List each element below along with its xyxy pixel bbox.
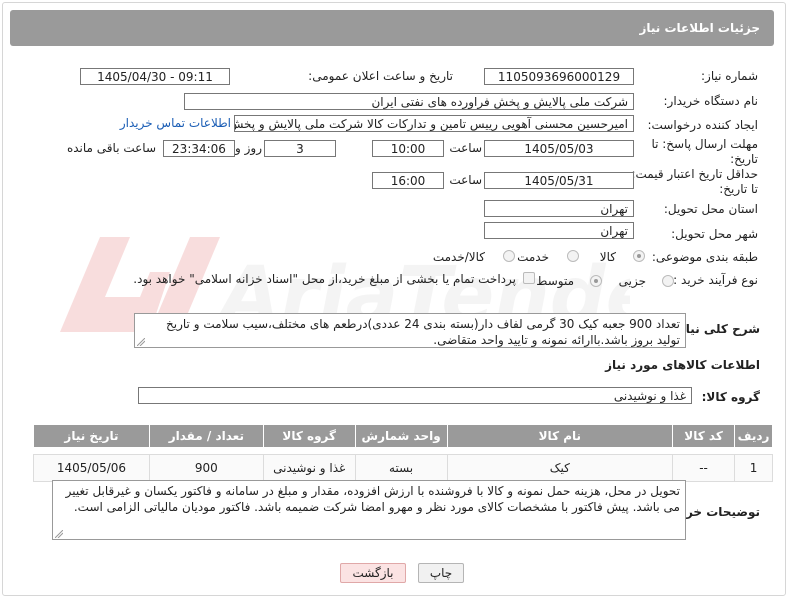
buyer-notes-textarea[interactable]: تحویل در محل، هزینه حمل نمونه و کالا با … [52,480,686,540]
cell-item-name: کیک [446,454,674,482]
buyer-notes-text: تحویل در محل، هزینه حمل نمونه و کالا با … [65,484,680,514]
back-button[interactable]: بازگشت [340,563,406,583]
goods-table: ردیف کد کالا نام کالا واحد شمارش گروه کا… [33,424,773,482]
process-radio-medium[interactable] [590,275,602,287]
deadline-date-field: 1405/05/03 [484,140,634,157]
goods-section-title: اطلاعات کالاهای مورد نیاز [605,358,760,372]
col-header-need-date: تاریخ نیاز [33,424,150,448]
table-header-row: ردیف کد کالا نام کالا واحد شمارش گروه کا… [33,424,773,448]
table-row: 1 -- کیک بسته غذا و نوشیدنی 900 1405/05/… [33,454,773,482]
city-field: تهران [484,222,634,239]
description-label: شرح کلی نیاز: [674,322,760,336]
buyer-org-label: نام دستگاه خریدار: [663,94,759,108]
print-button[interactable]: چاپ [418,563,464,583]
description-text: تعداد 900 جعبه کیک 30 گرمی لفاف دار(بسته… [166,317,680,347]
category-option-goods: کالا [599,250,616,264]
cell-group: غذا و نوشیدنی [262,454,356,482]
description-textarea[interactable]: تعداد 900 جعبه کیک 30 گرمی لفاف دار(بسته… [134,313,686,348]
buyer-contact-link[interactable]: اطلاعات تماس خریدار [120,116,231,130]
category-radio-goods-service[interactable] [503,250,515,262]
province-field: تهران [484,200,634,217]
announce-field: 1405/04/30 - 09:11 [80,68,230,85]
deadline-days-field: 3 [264,140,336,157]
province-label: استان محل تحویل: [663,202,758,216]
process-option-minor: جزیی [618,274,646,288]
deadline-time-field: 10:00 [372,140,444,157]
process-radio-minor[interactable] [662,275,674,287]
col-header-unit: واحد شمارش [354,424,448,448]
treasury-checkbox[interactable] [523,272,535,284]
col-header-item-name: نام کالا [446,424,674,448]
cell-row-number: 1 [734,454,773,482]
deadline-days-label: روز و [235,141,262,155]
creator-field: امیرحسین محسنی آهویی رییس تامین و تدارکا… [234,115,634,132]
resize-grip-icon[interactable] [137,338,145,346]
remaining-time-label: ساعت باقی مانده [66,141,156,155]
col-header-quantity: تعداد / مقدار [148,424,264,448]
buyer-org-field: شرکت ملی پالایش و پخش فراورده های نفتی ا… [184,93,634,110]
cell-need-date: 1405/05/06 [33,454,150,482]
city-label: شهر محل تحویل: [671,227,758,241]
col-header-row-number: ردیف [734,424,773,448]
category-radio-service[interactable] [567,250,579,262]
category-option-goods-service: کالا/خدمت [432,250,485,264]
price-validity-label-2: تا تاریخ: [719,182,758,196]
treasury-note: پرداخت تمام یا بخشی از مبلغ خرید،از محل … [133,272,516,286]
category-option-service: خدمت [517,250,549,264]
category-label: طبقه بندی موضوعی: [651,250,758,264]
goods-group-field: غذا و نوشیدنی [138,387,692,404]
deadline-time-label: ساعت [449,141,482,155]
announce-label: تاریخ و ساعت اعلان عمومی: [308,69,453,83]
price-validity-time-field: 16:00 [372,172,444,189]
need-number-field: 1105093696000129 [484,68,634,85]
page-header: جزئیات اطلاعات نیاز [10,10,774,46]
process-option-medium: متوسط [536,274,574,288]
category-radio-goods[interactable] [633,250,645,262]
deadline-label-2: تاریخ: [730,152,758,166]
deadline-label-1: مهلت ارسال پاسخ: تا [651,137,758,151]
remaining-time-field: 23:34:06 [163,140,235,157]
process-label: نوع فرآیند خرید : [673,273,758,287]
creator-label: ایجاد کننده درخواست: [647,118,758,132]
price-validity-time-label: ساعت [449,173,482,187]
goods-group-label: گروه کالا: [701,390,760,404]
price-validity-date-field: 1405/05/31 [484,172,634,189]
price-validity-label-1: حداقل تاریخ اعتبار قیمت: [631,167,758,181]
col-header-item-code: کد کالا [672,424,736,448]
resize-grip-icon[interactable] [55,530,63,538]
cell-quantity: 900 [148,454,264,482]
need-number-label: شماره نیاز: [701,69,758,83]
col-header-group: گروه کالا [262,424,356,448]
cell-item-code: -- [672,454,736,482]
cell-unit: بسته [354,454,448,482]
page-title: جزئیات اطلاعات نیاز [639,21,760,35]
